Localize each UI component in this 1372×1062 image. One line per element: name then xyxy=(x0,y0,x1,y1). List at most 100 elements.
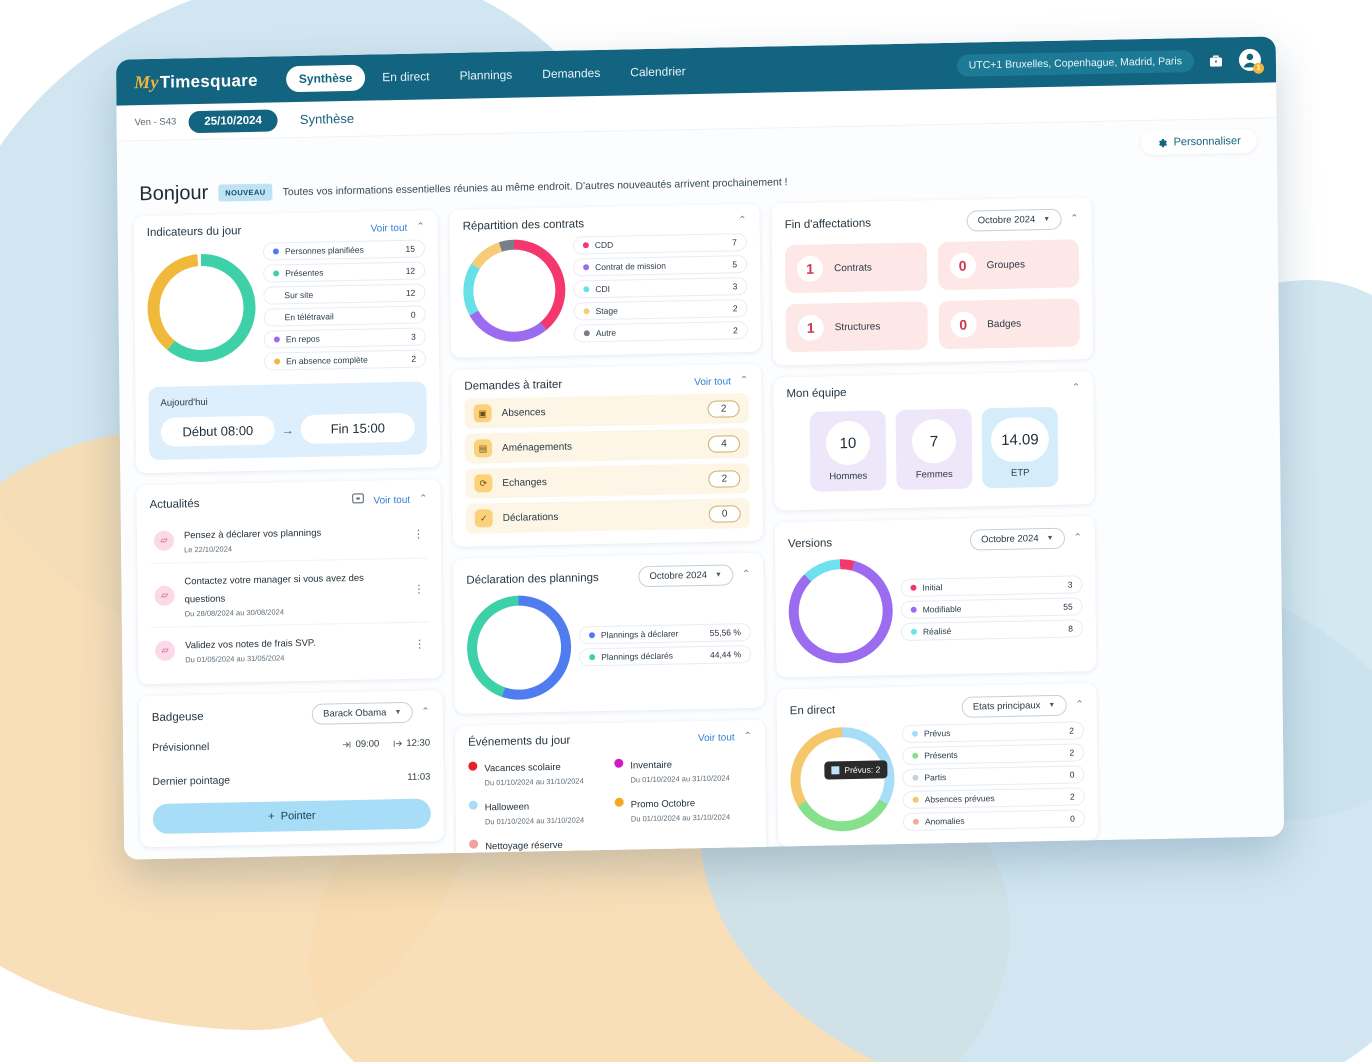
period-selector[interactable]: Octobre 2024 ▼ xyxy=(969,527,1065,551)
more-options-icon[interactable]: ⋮ xyxy=(413,529,424,541)
legend-item[interactable]: Anomalies 0 xyxy=(902,809,1085,832)
demande-count: 2 xyxy=(707,399,740,418)
nav-item-plannings[interactable]: Plannings xyxy=(446,61,525,89)
equipe-tile-hommes[interactable]: 10 Hommes xyxy=(809,410,887,492)
legend-item[interactable]: Présents 2 xyxy=(902,743,1085,766)
affectation-tile[interactable]: 1 Structures xyxy=(785,301,928,353)
legend-label: Personnes planifiées xyxy=(284,244,364,257)
list-item[interactable]: ▣ Absences 2 xyxy=(464,393,749,429)
list-item[interactable]: Inventaire Du 01/10/2024 au 31/10/2024 xyxy=(614,753,752,785)
equipe-tile-femmes[interactable]: 7 Femmes xyxy=(895,408,973,491)
legend-item[interactable]: Autre 2 xyxy=(573,321,748,343)
column-right: Fin d'affectations Octobre 2024 ▼ ⌃ 1 Co… xyxy=(771,197,1099,847)
legend-item[interactable]: Réalisé 8 xyxy=(900,619,1083,642)
voir-tout-link[interactable]: Voir tout xyxy=(698,732,735,744)
legend-item[interactable]: En repos 3 xyxy=(263,327,426,349)
list-item[interactable]: Halloween Du 01/10/2024 au 31/10/2024 xyxy=(468,795,607,827)
affectation-tile[interactable]: 0 Badges xyxy=(937,298,1080,350)
card-title: En direct xyxy=(789,703,836,717)
chevron-up-icon[interactable]: ⌃ xyxy=(419,493,428,504)
date-selector[interactable]: 25/10/2024 xyxy=(188,108,278,133)
legend-item[interactable]: En télétravail 0 xyxy=(263,305,426,327)
arrow-out-icon xyxy=(393,740,403,747)
chevron-up-icon[interactable]: ⌃ xyxy=(416,221,425,232)
pointer-button[interactable]: + Pointer xyxy=(152,798,431,835)
previsionnel-in-value: 09:00 xyxy=(355,737,380,750)
add-note-icon[interactable] xyxy=(351,492,364,510)
list-item[interactable]: ▱ Contactez votre manager si vous avez d… xyxy=(150,560,429,625)
legend-item[interactable]: Présentes 12 xyxy=(263,261,426,283)
affectation-tile[interactable]: 1 Contrats xyxy=(784,242,927,294)
chevron-up-icon[interactable]: ⌃ xyxy=(1072,382,1081,393)
chevron-up-icon[interactable]: ⌃ xyxy=(1075,699,1084,710)
chevron-up-icon[interactable]: ⌃ xyxy=(1070,213,1079,224)
app-logo[interactable]: My Timesquare xyxy=(134,69,258,92)
event-date: Du 01/10/2024 au 31/10/2024 xyxy=(484,776,584,788)
period-selector[interactable]: Octobre 2024 ▼ xyxy=(638,564,734,588)
nav-item-calendrier[interactable]: Calendrier xyxy=(617,58,699,86)
timezone-selector[interactable]: UTC+1 Bruxelles, Copenhague, Madrid, Par… xyxy=(956,50,1195,77)
voir-tout-link[interactable]: Voir tout xyxy=(371,222,408,234)
voir-tout-link[interactable]: Voir tout xyxy=(373,494,410,506)
greeting-subtitle: Toutes vos informations essentielles réu… xyxy=(282,175,788,198)
legend-item[interactable]: Contrat de mission 5 xyxy=(573,255,748,277)
event-date: Du 01/10/2024 au 31/10/2024 xyxy=(630,812,731,824)
list-item[interactable]: Vacances scolaire Du 01/10/2024 au 31/10/… xyxy=(468,756,606,788)
chevron-up-icon[interactable]: ⌃ xyxy=(740,375,749,386)
chevron-up-icon[interactable]: ⌃ xyxy=(421,706,430,717)
chevron-up-icon[interactable]: ⌃ xyxy=(1073,532,1082,543)
event-color-dot xyxy=(468,800,478,810)
legend-value: 7 xyxy=(732,237,737,248)
affectation-tile[interactable]: 0 Groupes xyxy=(937,239,1080,291)
legend-item[interactable]: CDD 7 xyxy=(572,233,747,255)
legend-color-dot xyxy=(910,628,917,635)
legend-label: CDI xyxy=(595,283,611,295)
end-time-pill[interactable]: Fin 15:00 xyxy=(300,412,415,445)
legend-label: En absence complète xyxy=(286,354,368,367)
legend-item[interactable]: Plannings à déclarer 55,56 % xyxy=(578,623,752,645)
legend-item[interactable]: Initial 3 xyxy=(900,575,1083,598)
demande-count: 2 xyxy=(708,469,741,488)
tooltip-text: Prévus: 2 xyxy=(844,764,881,776)
list-item[interactable]: ▱ Validez vos notes de frais SVP. Du 01/… xyxy=(151,624,429,671)
nav-item-en-direct[interactable]: En direct xyxy=(369,63,443,90)
more-options-icon[interactable]: ⋮ xyxy=(414,639,425,651)
chevron-up-icon[interactable]: ⌃ xyxy=(742,569,751,580)
legend-item[interactable]: CDI 3 xyxy=(573,277,748,299)
list-item[interactable]: Promo Octobre Du 01/10/2024 au 31/10/2024 xyxy=(614,792,753,824)
chevron-up-icon[interactable]: ⌃ xyxy=(744,731,753,742)
list-item[interactable]: ▤ Aménagements 4 xyxy=(464,428,750,464)
greeting-text: Bonjour xyxy=(139,181,209,206)
personnaliser-button[interactable]: Personnaliser xyxy=(1140,128,1257,156)
person-selector[interactable]: Barack Obama ▼ xyxy=(311,701,413,725)
period-selector[interactable]: Octobre 2024 ▼ xyxy=(966,208,1062,232)
voir-tout-link[interactable]: Voir tout xyxy=(694,376,731,388)
nav-item-synthese[interactable]: Synthèse xyxy=(285,64,366,93)
more-options-icon[interactable]: ⋮ xyxy=(413,584,424,596)
gear-icon xyxy=(1158,138,1167,147)
list-item[interactable]: ✓ Déclarations 0 xyxy=(465,498,750,534)
legend-item[interactable]: Modifiable 55 xyxy=(900,597,1083,620)
news-list: ▱ Pensez à déclarer vos plannings Le 22/… xyxy=(150,514,430,671)
list-item[interactable]: ▱ Pensez à déclarer vos plannings Le 22/… xyxy=(150,514,428,561)
legend-item[interactable]: Sur site 12 xyxy=(263,283,426,305)
logo-timesquare: Timesquare xyxy=(159,70,258,92)
legend-item[interactable]: Stage 2 xyxy=(573,299,748,321)
legend-item[interactable]: Personnes planifiées 15 xyxy=(262,239,426,261)
avatar[interactable]: 1 xyxy=(1238,48,1265,74)
legend-item[interactable]: Partis 0 xyxy=(902,765,1085,788)
legend-item[interactable]: En absence complète 2 xyxy=(263,349,427,371)
etats-selector[interactable]: Etats principaux ▼ xyxy=(961,694,1067,718)
legend-label: Autre xyxy=(595,327,617,339)
equipe-tile-etp[interactable]: 14.09 ETP xyxy=(981,406,1059,489)
card-repartition-contrats: Répartition des contrats ⌃ CDD 7 Contrat… xyxy=(449,203,761,358)
legend-item[interactable]: Absences prévues 2 xyxy=(902,787,1085,810)
legend-item[interactable]: Plannings déclarés 44,44 % xyxy=(579,645,752,667)
legend-item[interactable]: Prévus 2 xyxy=(901,721,1085,744)
chevron-up-icon[interactable]: ⌃ xyxy=(738,215,747,226)
start-time-pill[interactable]: Début 08:00 xyxy=(160,415,275,447)
briefcase-icon[interactable] xyxy=(1206,50,1226,70)
list-item[interactable]: ⟳ Echanges 2 xyxy=(465,463,750,499)
nav-item-demandes[interactable]: Demandes xyxy=(529,60,613,88)
affectations-grid: 1 Contrats 0 Groupes 1 Structures 0 Badg… xyxy=(784,239,1080,353)
